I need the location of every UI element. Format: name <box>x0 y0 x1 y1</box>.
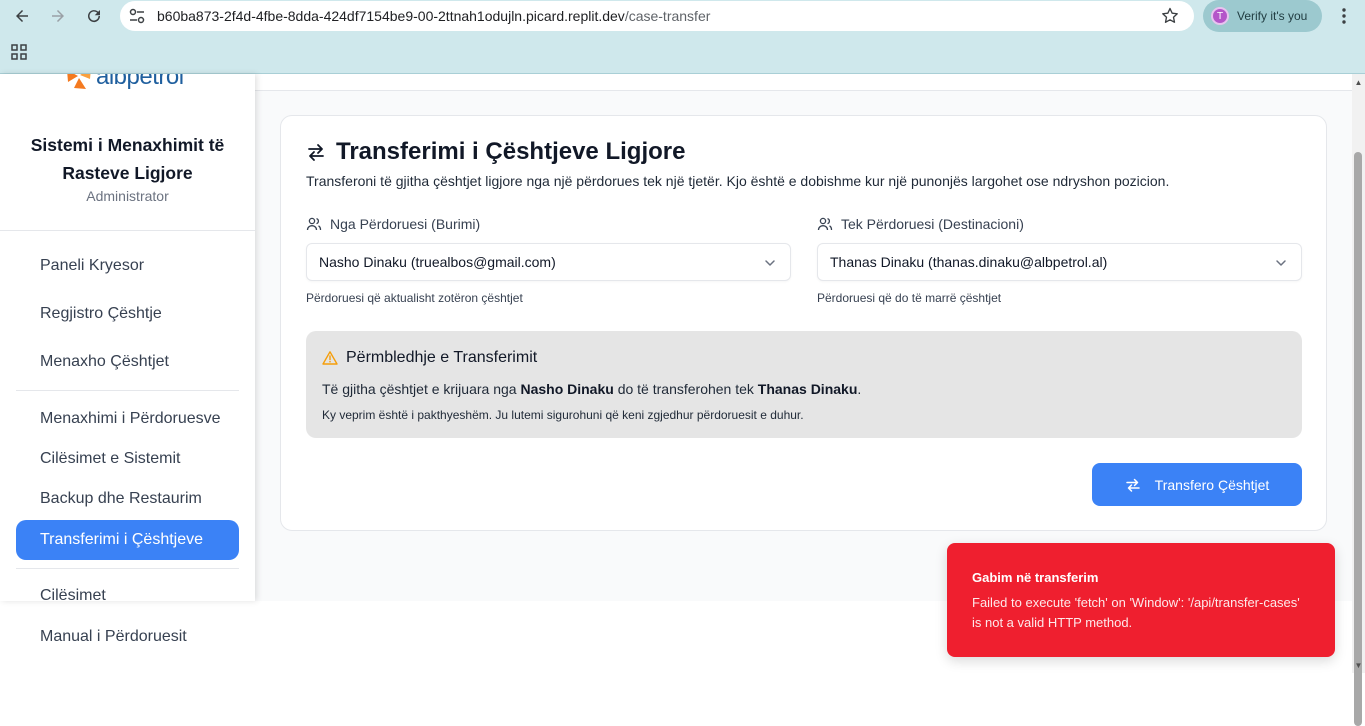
sidebar-item-backup-restore[interactable]: Backup dhe Restaurim <box>16 479 239 519</box>
verify-label: Verify it's you <box>1237 9 1308 23</box>
sidebar-item-user-manual[interactable]: Manual i Përdoruesit <box>40 628 187 646</box>
browser-menu-icon[interactable] <box>1334 4 1354 28</box>
system-title: Sistemi i Menaxhimit të Rasteve Ligjore <box>30 135 225 183</box>
main-header <box>255 74 1352 90</box>
reload-icon[interactable] <box>82 4 106 28</box>
sidebar-item-label: Cilësimet <box>40 587 106 601</box>
sidebar-item-dashboard[interactable]: Paneli Kryesor <box>16 246 239 286</box>
sidebar-divider <box>0 230 255 231</box>
transfer-summary: Përmbledhje e Transferimit Të gjitha çës… <box>306 331 1302 438</box>
albpetrol-logo: albpetrol <box>64 74 184 92</box>
transfer-arrows-icon <box>308 144 324 161</box>
sidebar-divider <box>16 568 239 569</box>
error-toast[interactable]: Gabim në transferim Failed to execute 'f… <box>947 543 1335 657</box>
sidebar-item-system-settings[interactable]: Cilësimet e Sistemit <box>16 439 239 479</box>
toast-message: Failed to execute 'fetch' on 'Window': '… <box>972 595 1300 630</box>
browser-toolbar: b60ba873-2f4d-4fbe-8dda-424df7154be9-00-… <box>0 0 1365 74</box>
sidebar-item-label: Paneli Kryesor <box>40 257 145 274</box>
sidebar-item-settings[interactable]: Cilësimet <box>16 576 239 601</box>
users-icon <box>817 217 833 231</box>
from-user-helper: Përdoruesi që aktualisht zotëron çështje… <box>306 291 523 305</box>
to-user-helper: Përdoruesi që do të marrë çështjet <box>817 291 1002 305</box>
chevron-down-icon <box>1276 260 1286 266</box>
bookmark-star-icon[interactable] <box>1160 6 1180 26</box>
transfer-arrows-icon <box>1125 478 1140 492</box>
sidebar-item-label: Menaxhimi i Përdoruesve <box>40 410 221 427</box>
avatar: T <box>1211 7 1229 25</box>
header-divider <box>255 90 1352 91</box>
to-user-select[interactable]: Thanas Dinaku (thanas.dinaku@albpetrol.a… <box>817 243 1302 281</box>
scroll-up-icon[interactable]: ▲ <box>1354 78 1363 87</box>
to-user-value: Thanas Dinaku (thanas.dinaku@albpetrol.a… <box>830 254 1108 270</box>
toast-title: Gabim në transferim <box>972 570 1099 585</box>
transfer-button-label: Transfero Çështjet <box>1154 476 1270 493</box>
scroll-down-icon[interactable]: ▼ <box>1354 661 1363 670</box>
verify-profile-button[interactable]: T Verify it's you <box>1203 0 1322 32</box>
url-text: b60ba873-2f4d-4fbe-8dda-424df7154be9-00-… <box>157 8 711 24</box>
from-user-value: Nasho Dinaku (truealbos@gmail.com) <box>319 254 556 270</box>
sidebar-item-label: Regjistro Çështje <box>40 305 162 322</box>
logo-mark-icon <box>67 74 91 89</box>
logo-text: albpetrol <box>96 74 184 90</box>
page-scrollbar[interactable]: ▲ ▼ <box>1352 74 1365 726</box>
summary-from-name: Nasho Dinaku <box>520 381 614 397</box>
summary-warning-note: Ky veprim është i pakthyeshëm. Ju lutemi… <box>322 408 804 422</box>
sidebar-item-user-management[interactable]: Menaxhimi i Përdoruesve <box>16 399 239 439</box>
sidebar-item-label: Transferimi i Çështjeve <box>40 531 204 548</box>
transfer-cases-button[interactable]: Transfero Çështjet <box>1092 463 1302 506</box>
sidebar-item-label: Backup dhe Restaurim <box>40 490 202 507</box>
page-description: Transferoni të gjitha çështjet ligjore n… <box>306 173 1170 189</box>
apps-grid-icon[interactable] <box>11 44 27 60</box>
sidebar-item-case-transfer[interactable]: Transferimi i Çështjeve <box>16 520 239 560</box>
from-user-select[interactable]: Nasho Dinaku (truealbos@gmail.com) <box>306 243 791 281</box>
chevron-down-icon <box>765 260 775 266</box>
sidebar-item-label: Menaxho Çështjet <box>40 353 169 370</box>
summary-text: Të gjitha çështjet e krijuara nga Nasho … <box>322 381 862 397</box>
forward-icon[interactable] <box>46 4 70 28</box>
sidebar-item-register-case[interactable]: Regjistro Çështje <box>16 294 239 334</box>
sidebar-item-manage-cases[interactable]: Menaxho Çështjet <box>16 342 239 382</box>
site-settings-icon[interactable] <box>128 7 146 25</box>
to-user-label: Tek Përdoruesi (Destinacioni) <box>817 216 1024 232</box>
warning-icon <box>322 351 338 365</box>
from-user-label: Nga Përdoruesi (Burimi) <box>306 216 480 232</box>
page-title: Transferimi i Çështjeve Ligjore <box>306 138 685 166</box>
summary-to-name: Thanas Dinaku <box>757 381 858 397</box>
users-icon <box>306 217 322 231</box>
address-bar[interactable]: b60ba873-2f4d-4fbe-8dda-424df7154be9-00-… <box>120 1 1194 31</box>
page-title-text: Transferimi i Çështjeve Ligjore <box>336 138 686 165</box>
case-transfer-card: Transferimi i Çështjeve Ligjore Transfer… <box>280 115 1327 531</box>
summary-title: Përmbledhje e Transferimit <box>322 349 537 367</box>
back-icon[interactable] <box>10 4 34 28</box>
scrollbar-thumb[interactable] <box>1354 152 1362 726</box>
user-role: Administrator <box>86 188 169 204</box>
sidebar: albpetrol Sistemi i Menaxhimit të Rastev… <box>0 74 255 601</box>
sidebar-divider <box>16 390 239 391</box>
sidebar-item-label: Cilësimet e Sistemit <box>40 450 181 467</box>
